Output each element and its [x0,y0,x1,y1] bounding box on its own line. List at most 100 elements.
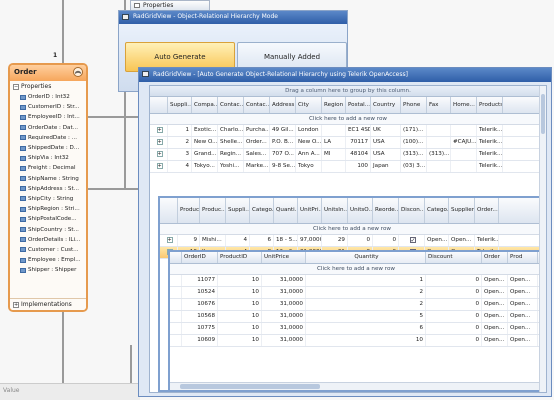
table-cell[interactable]: Telerik... [477,149,503,160]
table-cell[interactable]: 10 [306,335,426,346]
table-row[interactable]: 10775 10 31,0000 6 0 Open... Open... [170,323,542,335]
table-cell[interactable]: 6 [250,235,274,246]
table-cell[interactable]: Marke... [244,161,270,172]
scrollbar-thumb[interactable] [541,94,545,134]
table-cell[interactable]: Open... [449,235,475,246]
table-cell[interactable]: 0 [348,235,373,246]
column-header[interactable]: Compa... [192,97,218,113]
column-header[interactable]: Order [482,252,508,263]
table-cell[interactable]: New O... [192,137,218,148]
entity-property[interactable]: Freight : Decimal [10,163,86,173]
table-cell[interactable]: 4 [168,161,192,172]
column-header[interactable]: Discon... [399,198,425,223]
table-row[interactable]: 10676 10 31,0000 2 0 Open... Open... [170,299,542,311]
add-new-row[interactable]: Click here to add a new row [160,224,544,235]
products-child-grid[interactable]: Produc...Produc...Suppli...Catego...Quan… [158,196,546,392]
column-header[interactable]: Suppli... [226,198,250,223]
table-cell[interactable]: 31,0000 [262,335,306,346]
table-cell[interactable]: 3 [168,149,192,160]
expand-plus-icon[interactable]: + [156,151,163,157]
table-cell[interactable]: 1 [306,275,426,286]
scrollbar-thumb[interactable] [180,384,320,389]
table-cell[interactable] [427,137,451,148]
grid-window[interactable]: RadGridView - [Auto Generate Object-Rela… [138,67,552,397]
table-row[interactable]: +9Mishi...4618 - 5...97,00002900Open...O… [160,235,544,247]
entity-property[interactable]: Shipper : Shipper [10,265,86,275]
expand-plus-icon[interactable]: + [166,237,173,243]
column-header[interactable]: UnitPri... [298,198,322,223]
table-cell[interactable]: 31,0000 [262,311,306,322]
table-cell[interactable]: Japan [371,161,401,172]
table-cell[interactable]: 6 [306,323,426,334]
table-cell[interactable]: Charlo... [218,125,244,136]
table-cell[interactable]: #CAJU... [451,137,477,148]
column-header[interactable]: Postal... [346,97,371,113]
horizontal-scrollbar[interactable] [170,382,542,390]
entity-property[interactable]: ShipVia : Int32 [10,153,86,163]
table-cell[interactable]: 1 [168,125,192,136]
table-cell[interactable]: (100)... [401,137,427,148]
entity-property[interactable]: RequiredDate : ... [10,133,86,143]
column-header[interactable]: Address [270,97,296,113]
table-cell[interactable] [451,161,477,172]
column-header[interactable]: Suppli... [168,97,192,113]
expand-plus-icon[interactable]: + [13,301,19,308]
table-row[interactable]: +1 Exotic... Charlo... Purcha... 49 Gil... Lo… [150,125,546,137]
table-cell[interactable]: Tokyo [296,161,322,172]
column-header[interactable]: Country [371,97,401,113]
table-cell[interactable]: Telerik... [477,161,503,172]
entity-property[interactable]: ShipCity : String [10,194,86,204]
table-cell[interactable]: 10 [218,287,262,298]
entity-property[interactable]: Employee : Empl... [10,255,86,265]
column-header[interactable]: Prod [508,252,538,263]
column-header[interactable]: UnitsO... [348,198,373,223]
column-header[interactable]: Order... [475,198,499,223]
table-cell[interactable]: (03) 3... [401,161,427,172]
table-cell[interactable]: 2 [306,299,426,310]
table-cell[interactable]: Open... [482,287,508,298]
table-cell[interactable]: 10676 [182,299,218,310]
table-cell[interactable]: 100 [346,161,371,172]
table-row[interactable]: 10524 10 31,0000 2 0 Open... Open... [170,287,542,299]
table-cell[interactable]: 0 [373,235,399,246]
collapse-icon[interactable]: ︽ [73,67,83,77]
table-cell[interactable]: UK [371,125,401,136]
table-row[interactable]: 11077 10 31,0000 1 0 Open... Open... [170,275,542,287]
column-header[interactable]: Contac... [218,97,244,113]
table-cell[interactable]: (171)... [401,125,427,136]
column-header[interactable]: Reorde... [373,198,399,223]
row-expander[interactable]: + [150,137,168,148]
window-titlebar[interactable]: RadGridView - Object-Relational Hierarch… [119,11,347,24]
table-cell[interactable]: 4 [226,235,250,246]
table-cell[interactable]: Open... [482,275,508,286]
column-header[interactable]: Quantity [306,252,426,263]
table-cell[interactable]: 0 [426,299,482,310]
expand-plus-icon[interactable]: + [156,127,163,133]
column-header[interactable]: Products [477,97,503,113]
expand-plus-icon[interactable]: + [156,163,163,169]
collapse-minus-icon[interactable]: − [13,83,19,90]
table-cell[interactable]: (313)... [427,149,451,160]
table-cell[interactable]: 11077 [182,275,218,286]
table-cell[interactable]: 0 [426,335,482,346]
table-cell[interactable]: Yoshi... [218,161,244,172]
table-cell[interactable] [427,125,451,136]
column-header[interactable]: OrderID [182,252,218,263]
table-cell[interactable]: 29 [322,235,348,246]
table-cell[interactable] [322,125,346,136]
table-cell[interactable]: Telerik... [477,125,503,136]
table-cell[interactable]: 2 [168,137,192,148]
table-cell[interactable]: LA [322,137,346,148]
table-cell[interactable]: EC1 4SD [346,125,371,136]
table-cell[interactable]: 10 [218,299,262,310]
table-cell[interactable]: 0 [426,311,482,322]
column-header[interactable]: Quanti... [274,198,298,223]
table-cell[interactable]: 31,0000 [262,299,306,310]
table-cell[interactable]: 10 [218,275,262,286]
column-header[interactable]: Catego... [425,198,449,223]
table-cell[interactable]: Shelle... [218,137,244,148]
table-cell[interactable]: Open... [482,323,508,334]
table-row[interactable]: +2 New O... Shelle... Order... P.O. B... New … [150,137,546,149]
entity-property[interactable]: OrderDetails : ILi... [10,235,86,245]
table-cell[interactable]: Open... [482,299,508,310]
